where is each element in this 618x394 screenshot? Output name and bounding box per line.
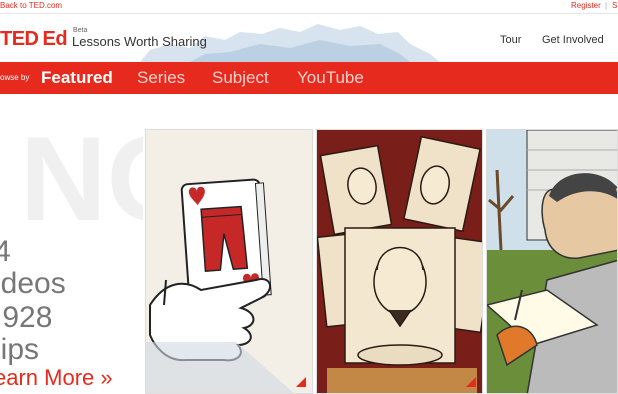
play-corner-icon	[296, 377, 306, 387]
tab-featured[interactable]: Featured	[41, 68, 113, 88]
stats-panel: NO 4 ideos ,928 lips earn More »	[0, 94, 143, 394]
link-separator: |	[605, 1, 608, 10]
beta-label: Beta	[73, 27, 88, 34]
tab-series[interactable]: Series	[137, 68, 185, 88]
videos-label: ideos	[0, 267, 66, 300]
lesson-tile[interactable]	[486, 129, 618, 394]
play-corner-icon	[466, 377, 476, 387]
lesson-tile[interactable]	[316, 129, 483, 394]
ted-ed-logo[interactable]: TED Ed	[0, 28, 68, 50]
register-link[interactable]: Register	[571, 1, 601, 11]
background-lettering: NO	[20, 112, 143, 246]
videos-count: 4	[0, 235, 11, 268]
clips-label: lips	[0, 333, 40, 366]
tagline: Lessons Worth Sharing	[72, 34, 207, 49]
scientist-reading-illustration	[487, 130, 617, 393]
browse-by-label: owse by	[0, 73, 30, 82]
signin-link[interactable]: S	[612, 1, 617, 11]
clips-count: ,928	[0, 301, 53, 334]
get-involved-link[interactable]: Get Involved	[542, 34, 604, 46]
tab-youtube[interactable]: YouTube	[297, 68, 364, 88]
learn-more-link[interactable]: earn More »	[0, 365, 113, 391]
browse-navbar: owse by Featured Series Subject YouTube	[0, 62, 618, 94]
tour-link[interactable]: Tour	[500, 34, 521, 46]
tab-subject[interactable]: Subject	[212, 68, 269, 88]
lesson-tile[interactable]	[145, 129, 313, 394]
playing-card-illustration	[146, 130, 312, 393]
back-to-ted-link[interactable]: Back to TED.com	[0, 1, 62, 11]
shakespeare-portraits-illustration	[317, 130, 482, 393]
top-strip: Back to TED.com Register | S	[0, 0, 618, 14]
site-header: TED Ed Beta Lessons Worth Sharing Tour Ge…	[0, 14, 618, 62]
